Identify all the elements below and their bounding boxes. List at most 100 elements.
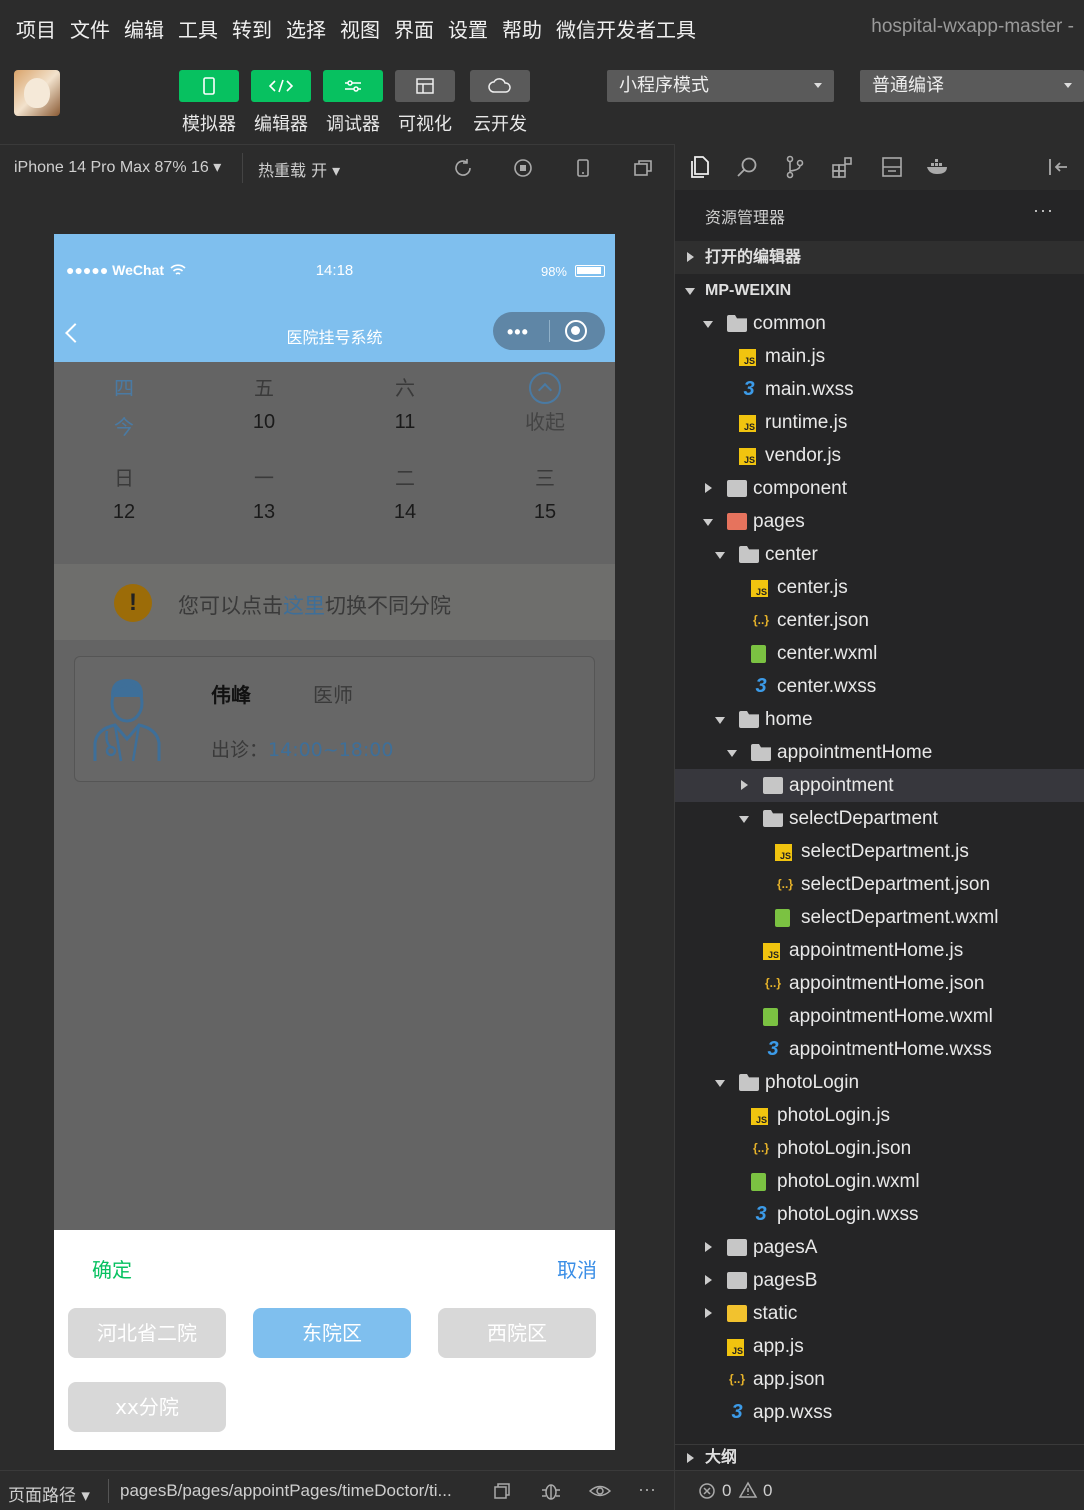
cloud-button[interactable] (470, 70, 530, 102)
branch-option[interactable]: 东院区 (253, 1308, 411, 1358)
tree-file[interactable]: JS app.js (675, 1330, 1084, 1363)
device-select[interactable]: iPhone 14 Pro Max 87% 16 ▾ (14, 157, 221, 177)
tree-folder[interactable]: appointmentHome (675, 736, 1084, 769)
tree-folder[interactable]: selectDepartment (675, 802, 1084, 835)
calendar-day[interactable]: 三 15 (475, 462, 615, 524)
tree-file[interactable]: appointmentHome.wxml (675, 1000, 1084, 1033)
tree-file[interactable]: center.wxml (675, 637, 1084, 670)
tree-item-label: photoLogin (765, 1072, 860, 1093)
menu-item-6[interactable]: 视图 (340, 14, 380, 43)
menu-item-7[interactable]: 界面 (394, 14, 434, 43)
tree-file[interactable]: JS main.js (675, 340, 1084, 373)
stop-icon[interactable] (512, 157, 534, 179)
device-icon[interactable] (572, 157, 594, 179)
close-mini-program-icon[interactable] (565, 320, 587, 342)
tree-folder[interactable]: center (675, 538, 1084, 571)
cancel-button[interactable]: 取消 (557, 1254, 597, 1283)
calendar-day[interactable]: 一 13 (194, 462, 334, 524)
tree-folder[interactable]: pagesA (675, 1231, 1084, 1264)
menu-item-3[interactable]: 工具 (178, 14, 218, 43)
debugger-button[interactable] (323, 70, 383, 102)
storage-icon[interactable] (879, 154, 905, 180)
tree-file[interactable]: JS selectDepartment.js (675, 835, 1084, 868)
preview-eye-icon[interactable] (588, 1481, 612, 1501)
tree-file[interactable]: 3 app.wxss (675, 1396, 1084, 1429)
menu-item-9[interactable]: 帮助 (502, 14, 542, 43)
user-avatar[interactable] (14, 70, 60, 116)
hot-reload-select[interactable]: 热重载 开 ▾ (258, 157, 340, 181)
mode-select-value: 小程序模式 (619, 75, 709, 96)
chevron-down-icon (739, 802, 749, 835)
menu-item-1[interactable]: 文件 (70, 14, 110, 43)
window-icon[interactable] (632, 157, 654, 179)
tree-file[interactable]: 3 appointmentHome.wxss (675, 1033, 1084, 1066)
tree-file[interactable]: JS photoLogin.js (675, 1099, 1084, 1132)
more-actions-icon[interactable]: ··· (1033, 200, 1054, 221)
extensions-icon[interactable] (830, 154, 856, 180)
more-icon[interactable]: ··· (638, 1479, 656, 1500)
menu-item-10[interactable]: 微信开发者工具 (556, 14, 696, 43)
editor-button[interactable] (251, 70, 311, 102)
refresh-icon[interactable] (452, 157, 474, 179)
outline-section[interactable]: 大纲 (675, 1444, 1084, 1470)
menu-item-5[interactable]: 选择 (286, 14, 326, 43)
tree-folder[interactable]: home (675, 703, 1084, 736)
calendar-day[interactable]: 五 10 (194, 372, 334, 434)
error-count[interactable]: 0 (722, 1481, 731, 1501)
branch-option[interactable]: 西院区 (438, 1308, 596, 1358)
simulator-button[interactable] (179, 70, 239, 102)
tree-file[interactable]: {..} selectDepartment.json (675, 868, 1084, 901)
tree-file[interactable]: {..} appointmentHome.json (675, 967, 1084, 1000)
tree-folder[interactable]: photoLogin (675, 1066, 1084, 1099)
tree-folder[interactable]: static (675, 1297, 1084, 1330)
bug-icon[interactable] (540, 1480, 562, 1502)
menu-item-2[interactable]: 编辑 (124, 14, 164, 43)
tree-file[interactable]: selectDepartment.wxml (675, 901, 1084, 934)
collapse-panel-icon[interactable] (1045, 154, 1071, 180)
calendar-day[interactable]: 六 11 (335, 372, 475, 434)
visual-button[interactable] (395, 70, 455, 102)
branch-option[interactable]: 河北省二院 (68, 1308, 226, 1358)
tree-file[interactable]: photoLogin.wxml (675, 1165, 1084, 1198)
copy-icon[interactable] (492, 1481, 512, 1501)
source-control-icon[interactable] (782, 154, 808, 180)
files-icon[interactable] (687, 154, 713, 180)
tree-item-label: app.wxss (753, 1402, 833, 1423)
tree-file[interactable]: JS vendor.js (675, 439, 1084, 472)
docker-icon[interactable] (925, 154, 951, 180)
tree-folder[interactable]: pagesB (675, 1264, 1084, 1297)
tree-folder[interactable]: appointment (675, 769, 1084, 802)
menu-item-4[interactable]: 转到 (232, 14, 272, 43)
menu-item-0[interactable]: 项目 (16, 14, 56, 43)
tree-file[interactable]: {..}project.config.json (675, 1429, 1084, 1437)
mode-select[interactable]: 小程序模式 (607, 70, 834, 102)
menu-item-8[interactable]: 设置 (448, 14, 488, 43)
switch-branch-link[interactable]: 这里 (283, 594, 325, 618)
tree-file[interactable]: JS center.js (675, 571, 1084, 604)
branch-option[interactable]: xx分院 (68, 1382, 226, 1432)
tree-file[interactable]: 3 main.wxss (675, 373, 1084, 406)
tree-file[interactable]: JS appointmentHome.js (675, 934, 1084, 967)
tree-file[interactable]: {..} photoLogin.json (675, 1132, 1084, 1165)
warning-count[interactable]: 0 (763, 1481, 772, 1501)
collapse-button[interactable]: 收起 (475, 372, 615, 435)
tree-file[interactable]: {..} app.json (675, 1363, 1084, 1396)
tree-file[interactable]: {..} center.json (675, 604, 1084, 637)
tree-file[interactable]: JS runtime.js (675, 406, 1084, 439)
tree-folder[interactable]: component (675, 472, 1084, 505)
confirm-button[interactable]: 确定 (92, 1254, 132, 1283)
search-icon[interactable] (735, 154, 761, 180)
tree-file[interactable]: 3 photoLogin.wxss (675, 1198, 1084, 1231)
compile-select[interactable]: 普通编译 (860, 70, 1084, 102)
calendar-day[interactable]: 日 12 (54, 462, 194, 524)
calendar-day[interactable]: 二 14 (335, 462, 475, 524)
page-path-select[interactable]: 页面路径 ▾ (8, 1481, 90, 1506)
tree-file[interactable]: 3 center.wxss (675, 670, 1084, 703)
tree-folder[interactable]: common (675, 307, 1084, 340)
more-icon[interactable]: ••• (507, 322, 529, 343)
calendar-day[interactable]: 四今 (54, 372, 194, 440)
doctor-card[interactable]: 伟峰 医师 出诊：14:00~18:00 (74, 656, 595, 782)
root-section[interactable]: MP-WEIXIN (675, 274, 1084, 307)
tree-folder[interactable]: pages (675, 505, 1084, 538)
open-editors-section[interactable]: 打开的编辑器 (675, 241, 1084, 274)
